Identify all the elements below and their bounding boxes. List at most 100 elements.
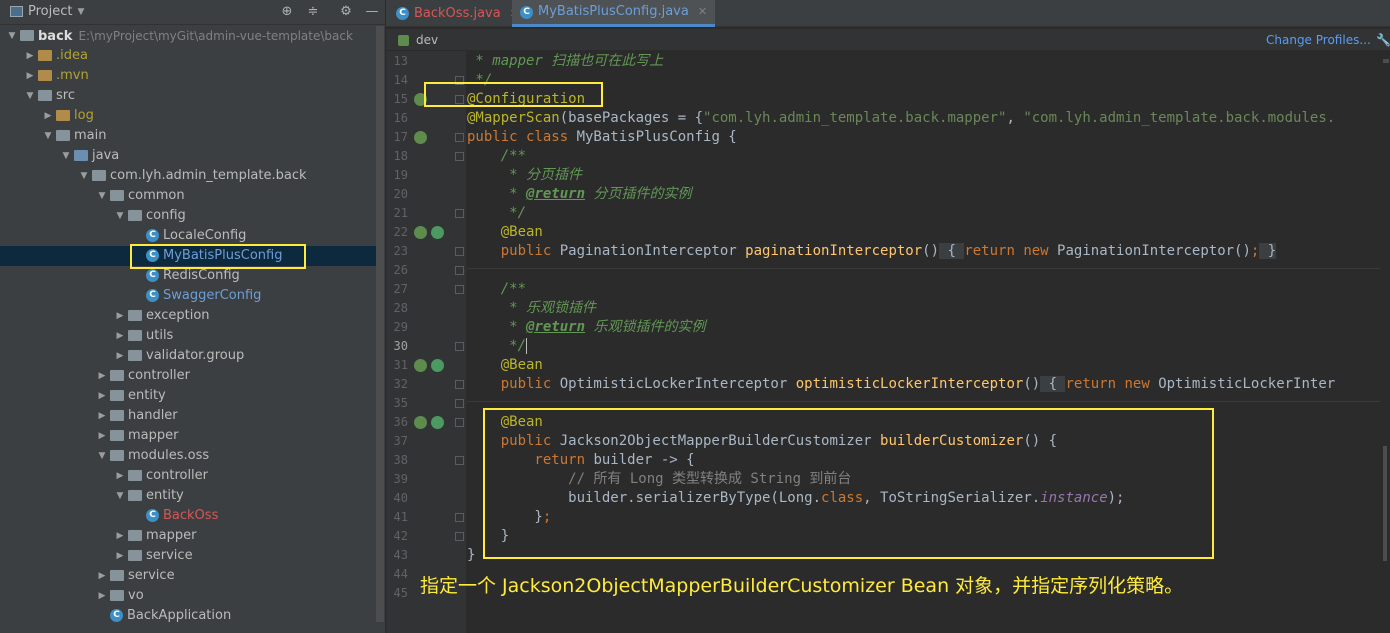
close-icon[interactable]: ✕ <box>698 0 707 25</box>
tree-item[interactable]: ▶ .idea <box>0 46 377 66</box>
line-number: 44 <box>393 567 408 581</box>
expand-right-icon[interactable]: ▶ <box>42 106 54 126</box>
hide-panel-icon[interactable]: — <box>364 4 380 20</box>
expand-right-icon[interactable]: ▶ <box>96 586 108 606</box>
expand-down-icon[interactable]: ▼ <box>6 26 18 46</box>
code-line: */ <box>467 204 526 223</box>
tree-item[interactable]: C BackApplication <box>0 606 377 626</box>
expand-right-icon[interactable]: ▶ <box>96 426 108 446</box>
fold-marker-icon[interactable] <box>455 513 464 522</box>
expand-right-icon[interactable]: ▶ <box>96 366 108 386</box>
tab-mybatisplusconfig[interactable]: C MyBatisPlusConfig.java ✕ <box>512 0 716 27</box>
tree-item[interactable]: C BackOss <box>0 506 377 526</box>
expand-right-icon[interactable]: ▶ <box>96 406 108 426</box>
expand-down-icon[interactable]: ▼ <box>114 206 126 226</box>
folder-icon <box>110 370 124 381</box>
expand-right-icon[interactable]: ▶ <box>114 466 126 486</box>
tree-item[interactable]: ▼ src <box>0 86 377 106</box>
editor-scrollbar[interactable] <box>1380 51 1390 633</box>
class-icon: C <box>110 609 123 622</box>
tree-item[interactable]: ▶ mapper <box>0 426 377 446</box>
code-token: @Bean <box>467 357 543 373</box>
tree-item[interactable]: ▼ config <box>0 206 377 226</box>
tab-backoss[interactable]: C BackOss.java ✕ <box>388 0 527 27</box>
tree-item[interactable]: ▶ service <box>0 546 377 566</box>
fold-marker-icon[interactable] <box>455 380 464 389</box>
code-token: , <box>1006 110 1024 126</box>
method-separator <box>467 401 1390 402</box>
tree-item[interactable]: ▶ handler <box>0 406 377 426</box>
expand-right-icon[interactable]: ▶ <box>114 546 126 566</box>
expand-right-icon[interactable]: ▶ <box>114 346 126 366</box>
spring-bean-icon[interactable] <box>414 226 427 239</box>
fold-marker-icon[interactable] <box>455 266 464 275</box>
spring-bean-icon[interactable] <box>431 359 444 372</box>
expand-right-icon[interactable]: ▶ <box>96 566 108 586</box>
expand-right-icon[interactable]: ▶ <box>114 306 126 326</box>
fold-marker-icon[interactable] <box>455 285 464 294</box>
tree-item[interactable]: ▶ controller <box>0 366 377 386</box>
fold-marker-icon[interactable] <box>455 152 464 161</box>
fold-marker-icon[interactable] <box>455 456 464 465</box>
locate-icon[interactable]: ⊕ <box>279 4 295 20</box>
tree-item[interactable]: ▶ log <box>0 106 377 126</box>
line-number: 38 <box>393 453 408 467</box>
tree-item[interactable]: ▶ vo <box>0 586 377 606</box>
gear-icon[interactable]: ⚙ <box>338 4 354 20</box>
project-panel-header: Project ▼ ⊕ ≑ ⚙ — <box>0 0 385 25</box>
tree-item[interactable]: ▼ java <box>0 146 377 166</box>
expand-right-icon[interactable]: ▶ <box>114 526 126 546</box>
tree-item[interactable]: ▶ mapper <box>0 526 377 546</box>
project-view-selector[interactable]: Project ▼ <box>10 4 84 19</box>
expand-down-icon[interactable]: ▼ <box>42 126 54 146</box>
tree-item[interactable]: C RedisConfig <box>0 266 377 286</box>
expand-down-icon[interactable]: ▼ <box>114 486 126 506</box>
tree-item[interactable]: C SwaggerConfig <box>0 286 377 306</box>
spring-bean-icon[interactable] <box>431 226 444 239</box>
code-token: public <box>467 376 560 392</box>
expand-down-icon[interactable]: ▼ <box>96 446 108 466</box>
fold-marker-icon[interactable] <box>455 418 464 427</box>
tree-item[interactable]: ▼ com.lyh.admin_template.back <box>0 166 377 186</box>
project-tree-scrollbar[interactable] <box>376 26 384 622</box>
spring-bean-icon[interactable] <box>431 416 444 429</box>
change-profiles-link[interactable]: Change Profiles... <box>1266 29 1371 51</box>
fold-marker-icon[interactable] <box>455 133 464 142</box>
tree-item[interactable]: ▶ .mvn <box>0 66 377 86</box>
fold-marker-icon[interactable] <box>455 247 464 256</box>
tree-item[interactable]: ▼ main <box>0 126 377 146</box>
expand-right-icon[interactable]: ▶ <box>114 326 126 346</box>
tree-item[interactable]: ▼ entity <box>0 486 377 506</box>
spring-bean-icon[interactable] <box>414 416 427 429</box>
tree-item[interactable]: ▶ validator.group <box>0 346 377 366</box>
expand-right-icon[interactable]: ▶ <box>24 66 36 86</box>
tree-item[interactable]: ▶ controller <box>0 466 377 486</box>
tree-item-label: config <box>146 208 186 223</box>
expand-down-icon[interactable]: ▼ <box>60 146 72 166</box>
tree-item[interactable]: ▶ service <box>0 566 377 586</box>
fold-marker-icon[interactable] <box>455 532 464 541</box>
fold-marker-icon[interactable] <box>455 399 464 408</box>
tree-item[interactable]: ▼ back E:\myProject\myGit\admin-vue-templa… <box>0 26 377 46</box>
spring-bean-icon[interactable] <box>414 359 427 372</box>
tree-item[interactable]: ▶ utils <box>0 326 377 346</box>
code-token: (basePackages = { <box>559 110 704 126</box>
line-number: 42 <box>393 529 408 543</box>
expand-down-icon[interactable]: ▼ <box>24 86 36 106</box>
collapse-all-icon[interactable]: ≑ <box>305 4 321 20</box>
fold-marker-icon[interactable] <box>455 209 464 218</box>
wrench-icon[interactable]: 🔧 <box>1376 29 1390 51</box>
fold-marker-icon[interactable] <box>455 342 464 351</box>
spring-config-icon[interactable] <box>414 131 427 144</box>
expand-right-icon[interactable]: ▶ <box>24 46 36 66</box>
tree-item[interactable]: C LocaleConfig <box>0 226 377 246</box>
tree-item[interactable]: ▼ modules.oss <box>0 446 377 466</box>
tree-item-label: SwaggerConfig <box>163 288 262 303</box>
tree-item-label: service <box>128 568 175 583</box>
expand-down-icon[interactable]: ▼ <box>96 186 108 206</box>
expand-right-icon[interactable]: ▶ <box>96 386 108 406</box>
tree-item[interactable]: ▶ entity <box>0 386 377 406</box>
tree-item[interactable]: ▶ exception <box>0 306 377 326</box>
expand-down-icon[interactable]: ▼ <box>78 166 90 186</box>
tree-item[interactable]: ▼ common <box>0 186 377 206</box>
